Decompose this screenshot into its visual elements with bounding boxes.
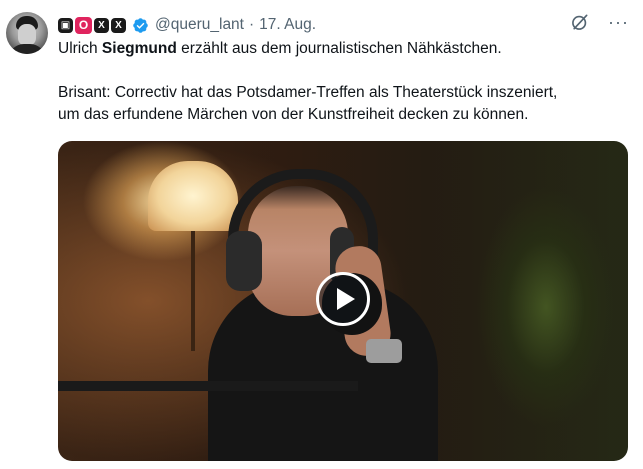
author-handle[interactable]: @queru_lant <box>155 16 244 34</box>
play-button[interactable] <box>316 272 370 326</box>
text-bold-name: Siegmund <box>101 40 177 57</box>
text-post: erzählt aus dem journalistischen Nähkäst… <box>176 40 502 57</box>
video-plant <box>438 181 618 461</box>
post-text-line-2: Brisant: Correctiv hat das Potsdamer-Tre… <box>58 84 558 101</box>
text-gap <box>58 60 628 82</box>
o-badge-icon: O <box>75 16 92 34</box>
verified-badge-icon[interactable] <box>132 17 149 34</box>
more-horizontal-icon[interactable]: ··· <box>608 12 629 32</box>
x-badge-icon: X <box>94 17 109 33</box>
separator-dot: · <box>249 16 255 33</box>
text-pre: Ulrich <box>58 40 102 57</box>
post-header: ▣ O X X @queru_lant · 17. Aug. <box>58 14 316 36</box>
x-badge-icon: X <box>111 17 126 33</box>
post-text-line-3: um das erfundene Märchen von der Kunstfr… <box>58 106 529 123</box>
tv-badge-icon: ▣ <box>58 17 73 33</box>
post-text: Ulrich Siegmund erzählt aus dem journali… <box>58 38 628 126</box>
video-headphone-left <box>226 231 262 291</box>
grok-icon[interactable] <box>570 12 590 32</box>
video-mic-arm <box>58 381 358 391</box>
avatar-face <box>18 24 36 46</box>
video-player[interactable] <box>58 141 628 461</box>
video-lamp <box>148 161 238 231</box>
post-date[interactable]: 17. Aug. <box>259 16 316 34</box>
avatar-shoulders <box>8 44 46 54</box>
author-avatar[interactable] <box>6 12 48 54</box>
play-triangle <box>336 288 355 310</box>
play-icon[interactable] <box>316 272 370 326</box>
video-lamp-pole <box>191 231 195 351</box>
post-actions: ··· <box>570 12 629 32</box>
post-text-line-1: Ulrich Siegmund erzählt aus dem journali… <box>58 38 628 60</box>
video-watch <box>366 339 402 363</box>
